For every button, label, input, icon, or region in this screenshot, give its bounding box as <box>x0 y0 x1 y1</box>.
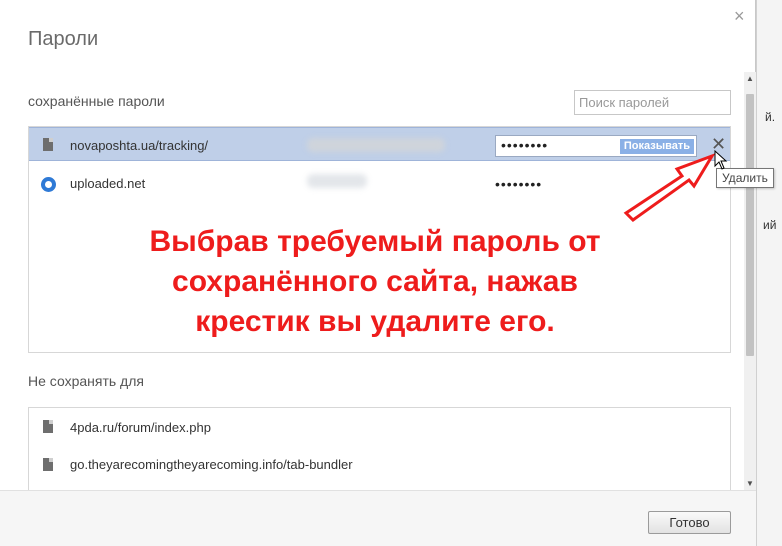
scroll-up-icon[interactable]: ▲ <box>746 74 754 83</box>
password-value: •••••••• <box>501 137 549 153</box>
annotation-line: сохранённого сайта, нажав <box>172 265 578 298</box>
done-button[interactable]: Готово <box>648 511 731 534</box>
never-saved-site-url: 4pda.ru/forum/index.php <box>70 420 211 435</box>
passwords-dialog: × Пароли сохранённые пароли novaposhta.u… <box>0 0 774 546</box>
never-saved-row[interactable]: 4pda.ru/forum/index.php <box>29 410 730 444</box>
annotation-line: крестик вы удалите его. <box>195 305 555 338</box>
never-saved-row[interactable]: go.theyarecomingtheyarecoming.info/tab-b… <box>29 448 730 482</box>
blurred-username <box>307 138 445 152</box>
password-value: •••••••• <box>495 176 543 192</box>
scroll-down-icon[interactable]: ▼ <box>746 479 754 488</box>
blurred-username <box>307 174 367 188</box>
never-saved-list: 4pda.ru/forum/index.php go.theyarecoming… <box>28 407 731 490</box>
saved-site-url: uploaded.net <box>70 176 146 191</box>
close-icon[interactable]: × <box>734 6 745 26</box>
never-saved-heading: Не сохранять для <box>28 373 144 389</box>
file-icon <box>43 458 53 471</box>
never-saved-site-url: go.theyarecomingtheyarecoming.info/tab-b… <box>70 457 353 472</box>
annotation-line: Выбрав требуемый пароль от <box>149 225 601 258</box>
saved-site-url: novaposhta.ua/tracking/ <box>70 138 209 153</box>
scrollbar-thumb[interactable] <box>746 94 754 356</box>
dialog-footer: Готово <box>0 490 756 546</box>
file-icon <box>43 420 53 433</box>
uploaded-site-icon <box>41 177 56 192</box>
annotation-text: Выбрав требуемый пароль от сохранённого … <box>90 222 660 342</box>
search-passwords-input[interactable] <box>574 90 731 115</box>
scrollbar[interactable]: ▲ ▼ <box>744 72 756 490</box>
background-text: ий <box>763 218 777 232</box>
cursor-icon <box>714 150 728 170</box>
file-icon <box>43 138 53 151</box>
background-page: й. ий <box>756 0 782 546</box>
saved-passwords-heading: сохранённые пароли <box>28 93 165 109</box>
background-text: й. <box>765 110 776 124</box>
dialog-title: Пароли <box>28 28 99 50</box>
